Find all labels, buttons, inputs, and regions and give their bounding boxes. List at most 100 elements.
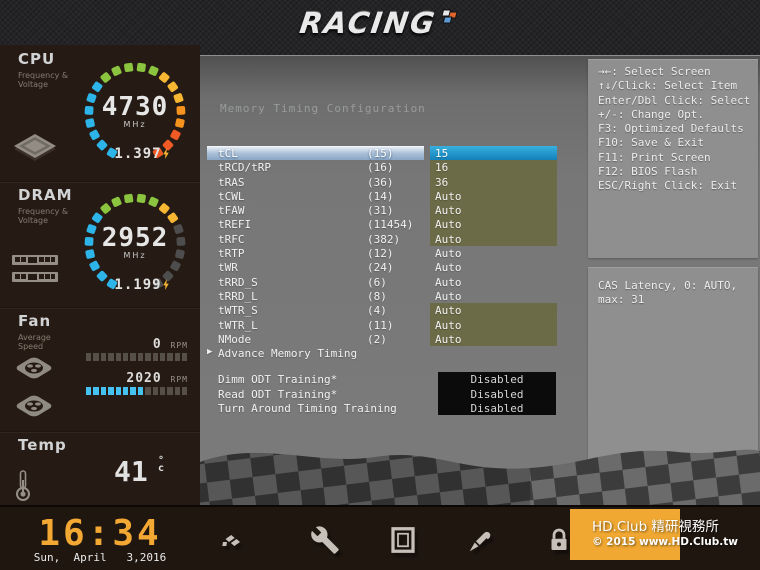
timing-value[interactable]: 36 [430,174,557,189]
main-panel: Memory Timing Configuration tCL (15) 15 tRC… [200,55,760,506]
timing-label: tRRD_S [218,275,258,289]
checkered-flag-icon [441,9,458,24]
gauge-segment [136,62,146,73]
training-value[interactable]: Disabled [438,386,556,402]
gauge-segment [148,196,159,207]
item-help-text: max: 31 [598,293,645,307]
fan-speed-bar [93,353,99,361]
training-value[interactable]: Disabled [438,401,556,416]
gauge-segment [170,260,181,272]
timing-default: (31) [367,204,394,218]
fan-speed-bar [182,387,188,395]
fan1-icon [16,357,52,379]
monitor-icon[interactable] [388,525,418,555]
timing-value[interactable]: Auto [430,260,557,274]
help-line: →←: Select Screen [598,65,711,78]
watermark-title: HD.Club 精研視務所 [592,519,719,535]
timing-value[interactable]: 15 [430,146,557,161]
gauge-segment [159,72,170,83]
dram-frequency-unit: MHz [123,251,147,260]
fan1-rpm: 0 RPM [152,337,188,352]
temperature-value: 41 [114,455,148,488]
training-label: Turn Around Timing Training [218,402,397,416]
timing-value[interactable]: Auto [430,289,557,303]
cpu-chip-icon [14,134,56,161]
lightning-icon [162,148,169,159]
timing-label: tFAW [218,204,245,218]
gauge-segment [100,72,111,83]
timing-label: tCL [218,147,238,160]
dram-modules-icon [12,255,58,282]
timing-default: (2) [367,332,387,346]
fan-speed-bar [145,387,151,395]
fan-section-title: Fan [18,312,52,330]
key-help-panel: →←: Select Screen ↑↓/Click: Select Item En… [588,59,758,258]
timing-value[interactable]: Auto [430,188,557,204]
gauge-segment [111,196,122,207]
fan-monitor-section: Fan Average Speed 0 RPM 2020 RPM [0,309,200,431]
clock-date: Sun, April 3,2016 [33,551,167,564]
cpu-frequency-value: 4730 [101,92,169,122]
timing-value[interactable]: Auto [430,231,557,247]
fan-speed-bar [86,387,92,395]
page-title: Memory Timing Configuration [220,102,426,115]
fan-speed-bar [115,387,121,395]
screwdriver-icon[interactable] [466,525,496,555]
timing-default: (11) [367,318,394,332]
training-label: Read ODT Training* [218,387,338,401]
fan2-speed-bars [86,387,188,395]
timing-value[interactable]: Auto [430,275,557,289]
submenu-arrow-icon: ▶ [207,347,213,358]
temperature-unit: ° c [158,455,165,474]
timing-value[interactable]: 16 [430,160,557,175]
item-help-text: CAS Latency, 0: AUTO, [598,279,738,292]
fan-speed-bar [115,353,121,361]
timing-default: (4) [367,304,387,318]
fan-speed-bar [100,353,107,361]
racing-flag-icon[interactable] [220,525,250,555]
timing-label: tRRD_L [218,289,258,303]
fan-speed-bar [182,353,188,361]
fan-speed-bar [174,387,181,395]
timing-default: (16) [367,161,394,175]
timing-value[interactable]: Auto [430,246,557,260]
fan-speed-bar [108,387,114,395]
fan1-speed-bars [86,353,188,361]
gauge-segment [167,212,179,223]
timing-label: tCWL [218,189,245,203]
gauge-segment [170,129,181,141]
timing-default: (15) [367,147,394,160]
timing-value[interactable]: Auto [430,217,557,232]
timing-value[interactable]: Auto [430,331,557,347]
timing-label: tRCD/tRP [218,161,271,175]
training-value[interactable]: Disabled [438,372,556,387]
wrench-icon[interactable] [310,525,340,555]
timing-label: NMode [218,332,252,346]
help-line: F10: Save & Exit [598,136,704,150]
cpu-voltage-value: 1.397 [94,146,190,162]
bios-screen: RACING CPU Frequency & Voltage 4730 MHz … [0,0,760,570]
watermark-url: © 2015 www.HD.Club.tw [592,536,738,548]
fan-speed-bar [130,353,136,361]
fan-speed-bar [159,353,166,361]
timing-label: tWTR_S [218,304,258,318]
dram-section-subtitle: Frequency & Voltage [18,207,69,225]
help-line: F12: BIOS Flash [598,165,698,179]
timing-value[interactable]: Auto [430,203,557,218]
timing-default: (24) [367,261,394,275]
gauge-segment [148,65,159,76]
timing-label: tRTP [218,247,245,261]
fan-speed-bar [130,387,136,395]
timing-default: (36) [367,175,394,189]
help-line: F3: Optimized Defaults [598,122,744,136]
timing-value[interactable]: Auto [430,303,557,318]
fan-speed-bar [152,353,158,361]
cpu-monitor-section: CPU Frequency & Voltage 4730 MHz 1.397 [0,48,200,183]
hardware-monitor-sidebar: CPU Frequency & Voltage 4730 MHz 1.397 DR… [0,45,200,505]
fan-speed-bar [159,387,166,395]
timing-value[interactable]: Auto [430,317,557,332]
gauge-segment [100,203,111,214]
gauge-segment [91,81,103,92]
timing-default: (14) [367,189,394,203]
racing-logo: RACING [0,6,760,40]
